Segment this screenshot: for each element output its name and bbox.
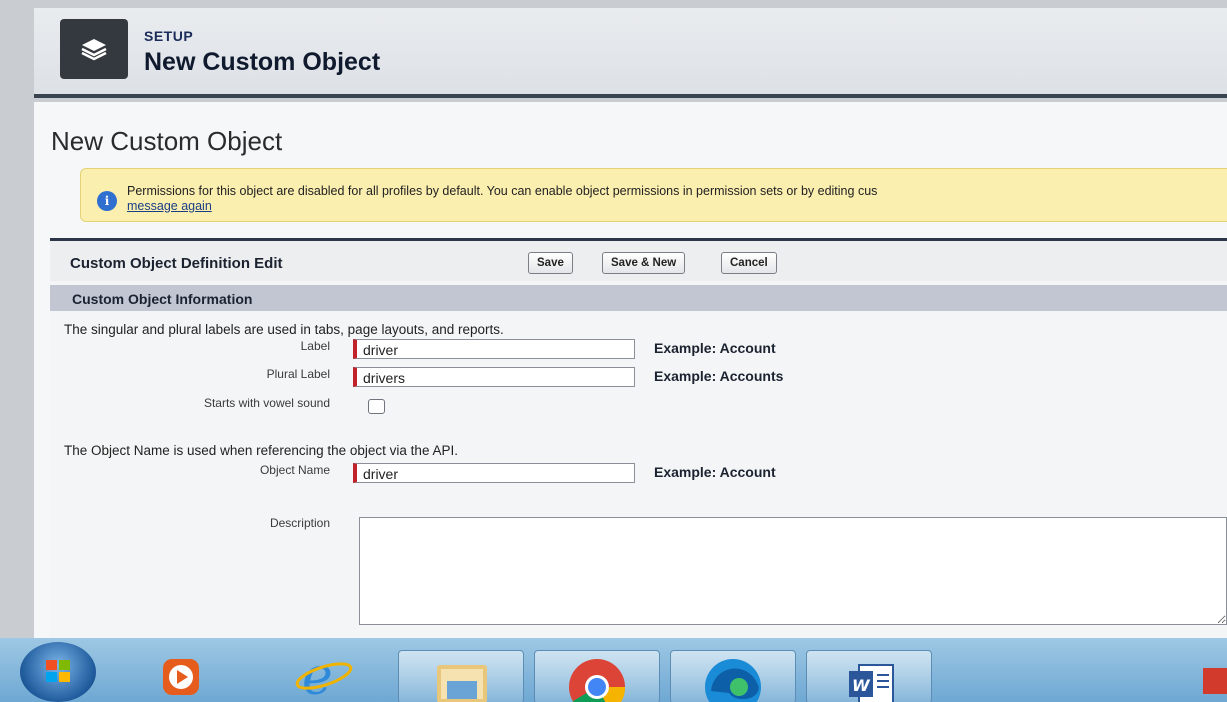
- edge-icon: [701, 657, 765, 702]
- setup-label: SETUP: [144, 28, 194, 44]
- alert-text: Permissions for this object are disabled…: [127, 184, 878, 198]
- media-player-icon[interactable]: [160, 656, 202, 702]
- windows-taskbar: e W: [0, 638, 1227, 702]
- object-name-example: Example: Account: [654, 464, 776, 480]
- setup-title: New Custom Object: [144, 48, 381, 76]
- main-content: New Custom Object i Permissions for this…: [34, 102, 1227, 638]
- chrome-taskbar-button[interactable]: [534, 650, 660, 702]
- label-input[interactable]: [353, 339, 635, 359]
- page-title: New Custom Object: [51, 126, 283, 156]
- edit-title: Custom Object Definition Edit: [70, 255, 283, 272]
- start-button[interactable]: [20, 642, 96, 702]
- custom-object-edit-panel: Custom Object Definition Edit Save Save …: [50, 238, 1227, 638]
- internet-explorer-icon[interactable]: e: [294, 647, 354, 702]
- edit-header-bar: Custom Object Definition Edit Save Save …: [50, 241, 1227, 281]
- section-title: Custom Object Information: [72, 291, 253, 307]
- description-field-label: Description: [269, 516, 330, 530]
- notification-icon[interactable]: [1203, 668, 1227, 694]
- word-icon: W: [845, 661, 897, 702]
- vowel-sound-checkbox[interactable]: [368, 399, 385, 414]
- object-name-input[interactable]: [353, 463, 635, 483]
- plural-label-example: Example: Accounts: [654, 368, 784, 384]
- section-header: Custom Object Information: [50, 285, 1227, 311]
- layers-icon: [60, 19, 128, 79]
- cancel-button[interactable]: Cancel: [721, 252, 777, 274]
- file-explorer-taskbar-button[interactable]: [398, 650, 524, 702]
- plural-label-input[interactable]: [353, 367, 635, 387]
- info-icon: i: [97, 191, 117, 211]
- plural-label-field-label: Plural Label: [266, 367, 330, 381]
- object-name-field-label: Object Name: [259, 463, 330, 477]
- save-and-new-button[interactable]: Save & New: [602, 252, 686, 274]
- api-info-text: The Object Name is used when referencing…: [64, 443, 458, 458]
- file-explorer-icon: [433, 659, 491, 702]
- label-example: Example: Account: [654, 340, 776, 356]
- word-taskbar-button[interactable]: W: [806, 650, 932, 702]
- edge-taskbar-button[interactable]: [670, 650, 796, 702]
- alert-link[interactable]: message again: [127, 199, 212, 213]
- setup-header: SETUP New Custom Object: [34, 8, 1227, 98]
- permissions-alert: i Permissions for this object are disabl…: [80, 168, 1227, 222]
- save-button[interactable]: Save: [528, 252, 573, 274]
- svg-text:W: W: [852, 676, 871, 695]
- vowel-sound-label: Starts with vowel sound: [203, 396, 330, 410]
- label-field-label: Label: [300, 339, 330, 353]
- chrome-icon: [565, 657, 629, 702]
- labels-info-text: The singular and plural labels are used …: [64, 322, 504, 337]
- description-textarea[interactable]: [359, 517, 1227, 625]
